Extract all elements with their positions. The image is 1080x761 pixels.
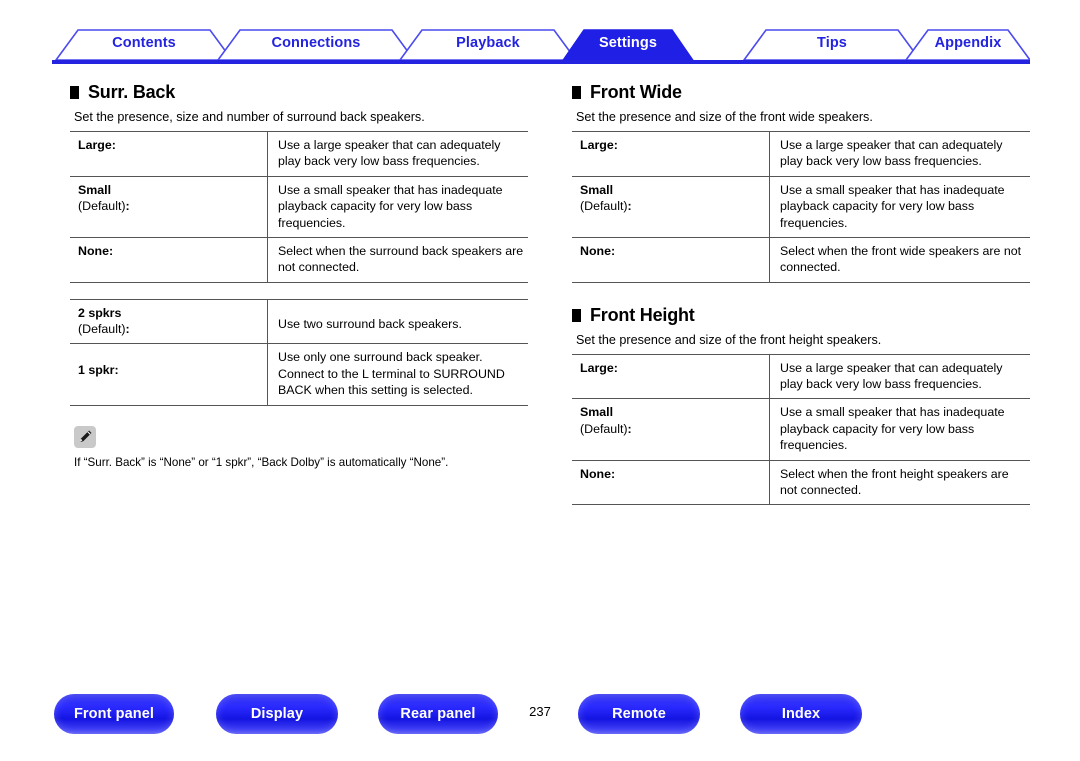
section-description: Set the presence and size of the front w…: [576, 110, 873, 124]
table-row: Small (Default): Use a small speaker tha…: [70, 176, 528, 238]
row-key-main: None: [580, 466, 611, 481]
row-key: None:: [572, 237, 770, 283]
square-bullet-icon: [70, 86, 79, 99]
row-value: Select when the front height speakers ar…: [769, 460, 1030, 506]
row-key-main: 2 spkrs: [78, 305, 122, 320]
row-key-main: None: [78, 243, 109, 258]
tab-settings[interactable]: Settings: [562, 26, 694, 60]
square-bullet-icon: [572, 86, 581, 99]
section-header-front-wide: Front Wide: [572, 82, 1030, 103]
table-row: Small (Default): Use a small speaker tha…: [572, 176, 1030, 238]
footer-button-rear-panel[interactable]: Rear panel: [378, 694, 498, 734]
table-row: 2 spkrs (Default): Use two surround back…: [70, 298, 528, 345]
table-row: Large: Use a large speaker that can adeq…: [572, 131, 1030, 177]
section-description: Set the presence, size and number of sur…: [74, 110, 425, 124]
row-value: Use a small speaker that has inadequate …: [769, 176, 1030, 238]
left-column: Surr. Back Set the presence, size and nu…: [70, 82, 528, 471]
surr-back-size-table: Large: Use a large speaker that can adeq…: [70, 131, 528, 283]
footer-button-front-panel[interactable]: Front panel: [54, 694, 174, 734]
section-header-surr-back: Surr. Back: [70, 82, 528, 103]
table-row: Large: Use a large speaker that can adeq…: [70, 131, 528, 177]
section-title: Front Height: [590, 304, 695, 325]
row-key-suffix: :: [613, 138, 618, 152]
row-value: Use a large speaker that can adequately …: [769, 353, 1030, 400]
right-column: Front Wide Set the presence and size of …: [572, 82, 1030, 506]
row-key-suffix: :: [108, 243, 114, 258]
square-bullet-icon: [572, 308, 581, 322]
tab-bar-underline: [52, 60, 1030, 64]
row-value: Use only one surround back speaker. Conn…: [267, 343, 528, 406]
note-text: If “Surr. Back” is “None” or “1 spkr”, “…: [74, 455, 449, 469]
surr-back-count-table: 2 spkrs (Default): Use two surround back…: [70, 298, 528, 406]
row-value: Use a large speaker that can adequately …: [769, 131, 1030, 177]
table-row: None: Select when the surround back spea…: [70, 237, 528, 283]
footer-button-index[interactable]: Index: [740, 694, 862, 734]
row-key-suffix: :: [610, 466, 616, 481]
row-key-main: Small: [580, 182, 614, 197]
row-key-main: Large: [580, 360, 614, 375]
row-key-main: Small: [78, 182, 112, 197]
table-row: Large: Use a large speaker that can adeq…: [572, 353, 1030, 400]
tab-appendix[interactable]: Appendix: [906, 26, 1030, 60]
row-key-main: 1 spkr: [78, 363, 115, 378]
row-key-suffix: :: [125, 199, 130, 214]
row-value: Select when the surround back speakers a…: [267, 237, 528, 283]
row-value: Use a small speaker that has inadequate …: [267, 176, 528, 238]
section-title: Front Wide: [590, 82, 682, 102]
row-key-suffix: :: [125, 322, 130, 336]
row-key-main: Large: [580, 138, 614, 152]
footer-button-display[interactable]: Display: [216, 694, 338, 734]
row-key: Small (Default):: [572, 176, 770, 238]
table-row: 1 spkr: Use only one surround back speak…: [70, 343, 528, 406]
page-number: 237: [529, 704, 551, 719]
row-value: Use a large speaker that can adequately …: [267, 131, 528, 177]
row-key: Large:: [572, 131, 770, 177]
row-key: None:: [70, 237, 268, 283]
row-key: 2 spkrs (Default):: [70, 298, 268, 345]
row-key-main: Large: [78, 138, 112, 152]
table-row: None: Select when the front height speak…: [572, 460, 1030, 506]
table-row: None: Select when the front wide speaker…: [572, 237, 1030, 283]
front-wide-table: Large: Use a large speaker that can adeq…: [572, 131, 1030, 283]
row-key-sub: (Default): [580, 421, 628, 436]
row-key-sub: (Default): [78, 199, 126, 214]
section-title: Surr. Back: [88, 82, 176, 102]
row-key: Small (Default):: [572, 398, 770, 461]
front-height-table: Large: Use a large speaker that can adeq…: [572, 353, 1030, 506]
row-key-sub: (Default): [580, 199, 628, 214]
row-key-suffix: :: [610, 243, 616, 258]
footer-nav: Front panel Display Rear panel 237 Remot…: [0, 694, 1080, 738]
row-key-suffix: :: [613, 360, 618, 375]
main-tab-bar[interactable]: Contents Connections Playback Settings T…: [52, 26, 1030, 62]
row-key: Large:: [70, 131, 268, 177]
tab-contents[interactable]: Contents: [56, 26, 232, 60]
pencil-icon: [74, 425, 96, 448]
row-key-sub: (Default): [78, 322, 126, 336]
tab-playback[interactable]: Playback: [400, 26, 576, 60]
row-key-suffix: :: [111, 138, 116, 152]
note-block: If “Surr. Back” is “None” or “1 spkr”, “…: [74, 425, 528, 471]
row-value: Use a small speaker that has inadequate …: [769, 398, 1030, 461]
footer-button-remote[interactable]: Remote: [578, 694, 700, 734]
row-value: Use two surround back speakers.: [267, 298, 528, 345]
table-group-gap: [70, 283, 528, 299]
tab-connections[interactable]: Connections: [218, 26, 414, 60]
section-header-front-height: Front Height: [572, 305, 1030, 326]
row-key-suffix: :: [114, 363, 119, 378]
table-row: Small (Default): Use a small speaker tha…: [572, 398, 1030, 461]
row-value: Select when the front wide speakers are …: [769, 237, 1030, 283]
tab-tips[interactable]: Tips: [744, 26, 920, 60]
row-key: None:: [572, 460, 770, 506]
row-key-main: Small: [580, 405, 614, 420]
row-key: Small (Default):: [70, 176, 268, 238]
row-key-suffix: :: [627, 199, 632, 214]
row-key-main: None: [580, 243, 611, 258]
section-description: Set the presence and size of the front h…: [576, 332, 882, 347]
row-key-suffix: :: [627, 421, 632, 436]
row-key: Large:: [572, 353, 770, 400]
row-key: 1 spkr:: [70, 343, 268, 406]
